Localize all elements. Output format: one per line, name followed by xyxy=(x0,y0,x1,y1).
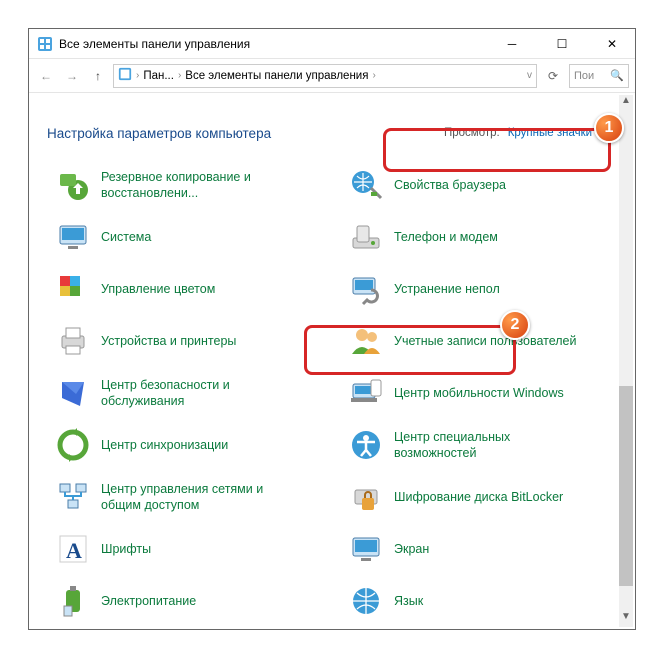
item-mobility-center[interactable]: Центр мобильности Windows xyxy=(344,369,633,417)
item-power-options[interactable]: Электропитание xyxy=(51,577,340,625)
system-icon xyxy=(55,219,91,255)
item-label: Учетные записи пользователей xyxy=(394,333,577,349)
bitlocker-icon xyxy=(348,479,384,515)
color-management-icon xyxy=(55,271,91,307)
breadcrumb-item[interactable]: Пан... xyxy=(143,70,174,82)
item-label: Центр синхронизации xyxy=(101,437,228,453)
breadcrumb-item[interactable]: Все элементы панели управления xyxy=(185,70,368,82)
navbar: ← → ↑ › Пан... › Все элементы панели упр… xyxy=(29,59,635,93)
display-icon xyxy=(348,531,384,567)
item-label: Свойства браузера xyxy=(394,177,506,193)
search-placeholder: Пои xyxy=(574,70,610,82)
language-icon xyxy=(348,583,384,619)
phone-modem-icon xyxy=(348,219,384,255)
item-label: Шрифты xyxy=(101,541,151,557)
item-label: Центр управления сетями и общим доступом xyxy=(101,481,291,513)
mobility-center-icon xyxy=(348,375,384,411)
fonts-icon: A xyxy=(55,531,91,567)
network-sharing-icon xyxy=(55,479,91,515)
chevron-right-icon: › xyxy=(134,70,141,81)
view-by-value: Крупные значки ▼ xyxy=(508,127,605,139)
view-by-label: Просмотр: xyxy=(444,127,500,139)
back-button[interactable]: ← xyxy=(35,65,57,87)
search-input[interactable]: Пои 🔍 xyxy=(569,64,629,88)
item-fonts[interactable]: A Шрифты xyxy=(51,525,340,573)
vertical-scrollbar[interactable]: ▲ ▼ xyxy=(619,95,633,627)
item-security-maintenance[interactable]: Центр безопасности и обслуживания xyxy=(51,369,340,417)
control-panel-items: Резервное копирование и восстановлени...… xyxy=(29,159,635,627)
titlebar: Все элементы панели управления ─ ☐ ✕ xyxy=(29,29,635,59)
svg-text:A: A xyxy=(66,538,82,563)
item-system[interactable]: Система xyxy=(51,213,340,261)
refresh-button[interactable]: ⟳ xyxy=(541,69,565,83)
scroll-thumb[interactable] xyxy=(619,386,633,586)
address-dropdown[interactable]: v xyxy=(527,70,532,81)
item-label: Центр мобильности Windows xyxy=(394,385,564,401)
close-button[interactable]: ✕ xyxy=(597,37,627,51)
item-label: Резервное копирование и восстановлени... xyxy=(101,169,291,201)
item-user-accounts[interactable]: Учетные записи пользователей xyxy=(344,317,633,365)
item-label: Управление цветом xyxy=(101,281,215,297)
item-label: Устранение непол xyxy=(394,281,500,297)
up-button[interactable]: ↑ xyxy=(87,65,109,87)
chevron-down-icon: ▼ xyxy=(596,128,605,138)
item-label: Шифрование диска BitLocker xyxy=(394,489,563,505)
address-bar[interactable]: › Пан... › Все элементы панели управлени… xyxy=(113,64,537,88)
view-by-selector[interactable]: Просмотр: Крупные значки ▼ xyxy=(432,121,617,145)
item-label: Экран xyxy=(394,541,429,557)
troubleshoot-icon xyxy=(348,271,384,307)
search-icon: 🔍 xyxy=(610,69,624,82)
item-label: Устройства и принтеры xyxy=(101,333,236,349)
user-accounts-icon xyxy=(348,323,384,359)
item-language[interactable]: Язык xyxy=(344,577,633,625)
window-controls: ─ ☐ ✕ xyxy=(497,37,627,51)
item-troubleshoot[interactable]: Устранение непол xyxy=(344,265,633,313)
content-header: Настройка параметров компьютера Просмотр… xyxy=(29,93,635,159)
internet-options-icon xyxy=(348,167,384,203)
devices-printers-icon xyxy=(55,323,91,359)
item-phone-modem[interactable]: Телефон и модем xyxy=(344,213,633,261)
item-label: Электропитание xyxy=(101,593,196,609)
chevron-right-icon: › xyxy=(370,70,377,81)
control-panel-small-icon xyxy=(118,67,132,84)
item-label: Центр безопасности и обслуживания xyxy=(101,377,291,409)
scroll-up-arrow[interactable]: ▲ xyxy=(619,95,633,111)
item-sync-center[interactable]: Центр синхронизации xyxy=(51,421,340,469)
item-label: Система xyxy=(101,229,151,245)
item-label: Центр специальных возможностей xyxy=(394,429,584,461)
item-internet-options[interactable]: Свойства браузера xyxy=(344,161,633,209)
window-title: Все элементы панели управления xyxy=(59,37,250,51)
scroll-down-arrow[interactable]: ▼ xyxy=(619,611,633,627)
item-backup-restore[interactable]: Резервное копирование и восстановлени... xyxy=(51,161,340,209)
window-frame: Все элементы панели управления ─ ☐ ✕ ← →… xyxy=(28,28,636,630)
chevron-right-icon: › xyxy=(176,70,183,81)
item-accessibility-center[interactable]: Центр специальных возможностей xyxy=(344,421,633,469)
forward-button[interactable]: → xyxy=(61,65,83,87)
page-title: Настройка параметров компьютера xyxy=(47,126,271,141)
minimize-button[interactable]: ─ xyxy=(497,37,527,51)
item-devices-printers[interactable]: Устройства и принтеры xyxy=(51,317,340,365)
item-bitlocker[interactable]: Шифрование диска BitLocker xyxy=(344,473,633,521)
security-maintenance-icon xyxy=(55,375,91,411)
accessibility-center-icon xyxy=(348,427,384,463)
item-color-management[interactable]: Управление цветом xyxy=(51,265,340,313)
backup-icon xyxy=(55,167,91,203)
item-network-sharing[interactable]: Центр управления сетями и общим доступом xyxy=(51,473,340,521)
control-panel-icon xyxy=(37,36,53,52)
sync-center-icon xyxy=(55,427,91,463)
item-display[interactable]: Экран xyxy=(344,525,633,573)
item-label: Язык xyxy=(394,593,423,609)
maximize-button[interactable]: ☐ xyxy=(547,37,577,51)
power-options-icon xyxy=(55,583,91,619)
item-label: Телефон и модем xyxy=(394,229,498,245)
